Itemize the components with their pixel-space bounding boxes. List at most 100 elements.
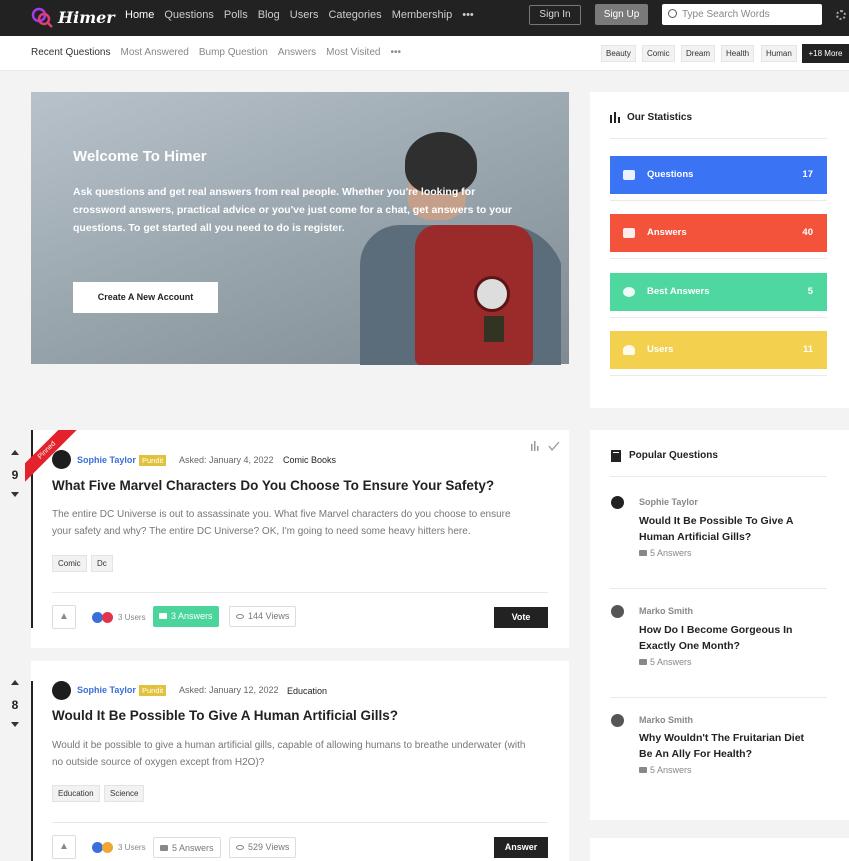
vote-down-icon[interactable] bbox=[11, 492, 19, 497]
avatar[interactable] bbox=[52, 450, 71, 469]
signin-button[interactable]: Sign In bbox=[529, 5, 581, 25]
tab-bump-question[interactable]: Bump Question bbox=[199, 47, 268, 58]
card-accent-line bbox=[31, 681, 33, 861]
nav-home[interactable]: Home bbox=[125, 9, 154, 21]
divider bbox=[610, 697, 827, 698]
vote-up-icon[interactable] bbox=[11, 680, 19, 685]
answers-count: 5 Answers bbox=[650, 548, 692, 558]
avatar[interactable] bbox=[611, 496, 624, 509]
nav-questions[interactable]: Questions bbox=[164, 9, 214, 21]
comment-icon bbox=[159, 613, 167, 619]
nav-categories[interactable]: Categories bbox=[328, 9, 381, 21]
nav-users[interactable]: Users bbox=[290, 9, 319, 21]
answers-count: 5 Answers bbox=[172, 843, 214, 853]
divider bbox=[610, 138, 827, 139]
vote-button[interactable]: Vote bbox=[494, 607, 548, 628]
tab-most-answered[interactable]: Most Answered bbox=[121, 47, 189, 58]
tag-health[interactable]: Health bbox=[721, 45, 755, 62]
nav-polls[interactable]: Polls bbox=[224, 9, 248, 21]
answers-button[interactable]: 5 Answers bbox=[153, 837, 221, 858]
hero-description: Ask questions and get real answers from … bbox=[73, 186, 512, 234]
thumbs-up-icon: ▲ bbox=[59, 841, 69, 852]
stat-label: Best Answers bbox=[647, 286, 710, 297]
tag-human[interactable]: Human bbox=[761, 45, 797, 62]
reaction-users[interactable]: 3 Users bbox=[118, 613, 146, 622]
question-tag[interactable]: Comic bbox=[52, 555, 87, 572]
popular-author[interactable]: Marko Smith bbox=[639, 715, 693, 725]
tab-recent-questions[interactable]: Recent Questions bbox=[31, 47, 111, 58]
search-icon bbox=[668, 9, 677, 18]
comments-icon bbox=[623, 228, 635, 238]
popular-question-title[interactable]: How Do I Become Gorgeous In Exactly One … bbox=[639, 622, 809, 654]
nav-more-icon[interactable]: ••• bbox=[462, 9, 474, 21]
create-account-button[interactable]: Create A New Account bbox=[73, 282, 218, 313]
stat-best-answers: Best Answers 5 bbox=[610, 273, 827, 311]
like-button[interactable]: ▲ bbox=[52, 605, 76, 629]
love-reaction-icon bbox=[102, 612, 113, 623]
avatar[interactable] bbox=[611, 714, 624, 727]
tag-comic[interactable]: Comic bbox=[642, 45, 675, 62]
popular-author[interactable]: Sophie Taylor bbox=[639, 497, 698, 507]
book-icon bbox=[611, 450, 621, 462]
question-excerpt: Would it be possible to give a human art… bbox=[52, 740, 526, 768]
nav-blog[interactable]: Blog bbox=[258, 9, 280, 21]
stats-check-icons[interactable] bbox=[531, 441, 561, 452]
question-title[interactable]: What Five Marvel Characters Do You Choos… bbox=[52, 478, 494, 493]
question-excerpt: The entire DC Universe is out to assassi… bbox=[52, 509, 511, 537]
views-count: 144 Views bbox=[248, 611, 290, 621]
question-title[interactable]: Would It Be Possible To Give A Human Art… bbox=[52, 708, 398, 723]
main-nav: Home Questions Polls Blog Users Categori… bbox=[125, 9, 484, 21]
stat-label: Questions bbox=[647, 169, 694, 180]
divider bbox=[610, 200, 827, 201]
award-icon bbox=[623, 287, 635, 297]
comment-icon bbox=[639, 767, 647, 773]
avatar[interactable] bbox=[611, 605, 624, 618]
hero-title: Welcome To Himer bbox=[73, 148, 207, 165]
reaction-users[interactable]: 3 Users bbox=[118, 843, 146, 852]
tag-beauty[interactable]: Beauty bbox=[601, 45, 636, 62]
divider bbox=[52, 592, 548, 593]
search-input[interactable]: Type Search Words bbox=[662, 4, 822, 25]
tab-answers[interactable]: Answers bbox=[278, 47, 316, 58]
status-badge: Pundit bbox=[139, 685, 167, 696]
answers-button[interactable]: 3 Answers bbox=[153, 606, 219, 627]
comment-icon bbox=[160, 845, 168, 851]
theme-toggle-icon[interactable] bbox=[836, 10, 846, 20]
answers-count: 5 Answers bbox=[650, 657, 692, 667]
question-tag[interactable]: Education bbox=[52, 785, 100, 802]
logo-text[interactable]: Himer bbox=[58, 8, 115, 27]
question-author[interactable]: Sophie Taylor bbox=[77, 455, 136, 465]
popular-answers[interactable]: 5 Answers bbox=[639, 765, 692, 775]
popular-question-title[interactable]: Why Wouldn't The Fruitarian Diet Be An A… bbox=[639, 730, 809, 762]
popular-answers[interactable]: 5 Answers bbox=[639, 548, 692, 558]
avatar[interactable] bbox=[52, 681, 71, 700]
tab-more-icon[interactable]: ••• bbox=[390, 47, 401, 58]
stat-label: Users bbox=[647, 344, 674, 355]
signup-button[interactable]: Sign Up bbox=[595, 4, 648, 25]
divider bbox=[52, 822, 548, 823]
question-category[interactable]: Education bbox=[287, 686, 327, 696]
question-tag[interactable]: Science bbox=[104, 785, 145, 802]
views-counter: 529 Views bbox=[229, 837, 297, 858]
question-date: Asked: January 12, 2022 bbox=[179, 685, 279, 695]
question-category[interactable]: Comic Books bbox=[283, 455, 336, 465]
like-button[interactable]: ▲ bbox=[52, 835, 76, 859]
tab-most-visited[interactable]: Most Visited bbox=[326, 47, 380, 58]
popular-answers[interactable]: 5 Answers bbox=[639, 657, 692, 667]
tag-dream[interactable]: Dream bbox=[681, 45, 716, 62]
popular-author[interactable]: Marko Smith bbox=[639, 606, 693, 616]
popular-question-title[interactable]: Would It Be Possible To Give A Human Art… bbox=[639, 513, 809, 545]
tags-more-button[interactable]: +18 More bbox=[802, 44, 849, 63]
question-tag[interactable]: Dc bbox=[91, 555, 113, 572]
stat-value: 17 bbox=[802, 169, 813, 180]
vote-count: 8 bbox=[11, 698, 19, 712]
vote-up-icon[interactable] bbox=[11, 450, 19, 455]
statistics-title: Our Statistics bbox=[627, 112, 693, 123]
question-author[interactable]: Sophie Taylor bbox=[77, 685, 136, 695]
question-date: Asked: January 4, 2022 bbox=[179, 455, 274, 465]
eye-icon bbox=[236, 614, 244, 619]
nav-membership[interactable]: Membership bbox=[392, 9, 453, 21]
answer-button[interactable]: Answer bbox=[494, 837, 548, 858]
vote-down-icon[interactable] bbox=[11, 722, 19, 727]
haha-reaction-icon bbox=[102, 842, 113, 853]
